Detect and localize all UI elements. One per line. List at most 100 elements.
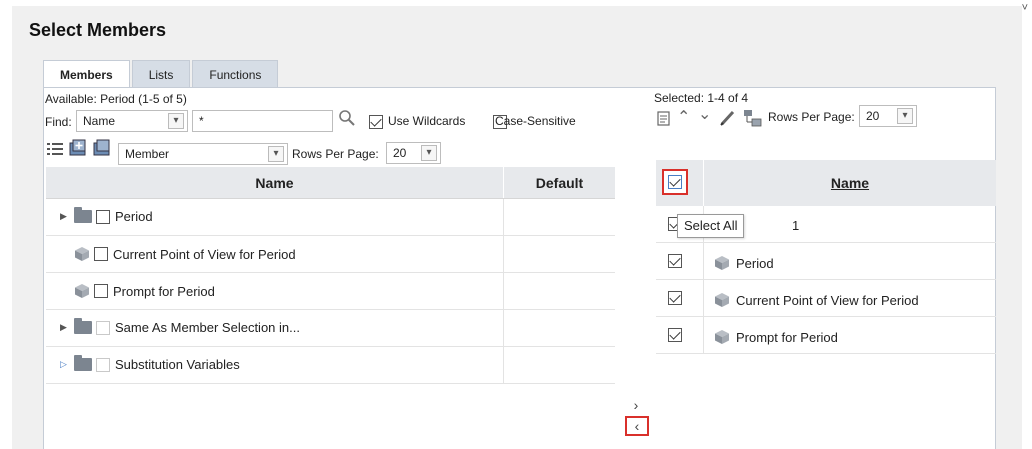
find-field-select[interactable]: Name ▾ <box>76 110 188 132</box>
move-right-button[interactable]: › <box>629 398 643 412</box>
available-row[interactable]: Prompt for Period <box>46 273 615 310</box>
rows-per-page-value: 20 <box>393 146 407 160</box>
case-sensitive-label: Case-Sensitive <box>495 114 576 128</box>
selected-rows-per-page-select[interactable]: 20 ▾ <box>859 105 917 127</box>
available-row-default-cell <box>504 199 615 235</box>
available-row[interactable]: Current Point of View for Period <box>46 236 615 273</box>
chevron-down-icon: ▾ <box>268 146 284 162</box>
selected-rows-per-page-value: 20 <box>866 109 880 123</box>
select-all-highlight <box>662 169 688 195</box>
folder-icon <box>74 355 92 371</box>
corner-mark-icon: ˅ <box>1021 2 1028 14</box>
folder-icon <box>74 318 92 334</box>
available-row[interactable]: ▶ Same As Member Selection in... <box>46 310 615 347</box>
select-all-cell <box>656 160 704 206</box>
dialog-title: Select Members <box>29 20 167 40</box>
view-select-value: Member <box>125 147 170 161</box>
available-row-name-cell: ▶ Same As Member Selection in... <box>46 310 504 346</box>
rows-per-page-select[interactable]: 20 ▾ <box>386 142 441 164</box>
move-down-icon[interactable]: ⌄ <box>698 104 711 124</box>
available-label: Available: Period (1-5 of 5) <box>45 92 187 106</box>
hierarchy-icon[interactable] <box>742 109 764 127</box>
member-cube-icon <box>715 256 729 270</box>
tab-members[interactable]: Members <box>43 60 130 88</box>
expand-icon[interactable]: ▷ <box>60 359 70 370</box>
column-header-name[interactable]: Name <box>46 167 504 198</box>
use-wildcards-checkbox[interactable] <box>369 114 383 129</box>
selected-grid-header: Name <box>656 160 996 206</box>
member-cube-icon <box>75 247 89 261</box>
available-row-content: ▶ Same As Member Selection in... <box>60 318 300 335</box>
selected-row-checkbox[interactable] <box>668 291 682 305</box>
selected-row-label: Period <box>736 255 774 271</box>
selected-row-label: 1 <box>792 218 800 233</box>
tab-lists[interactable]: Lists <box>131 60 191 88</box>
selected-row-checkbox[interactable] <box>668 254 682 268</box>
available-grid-header: Name Default <box>46 167 615 199</box>
view-select[interactable]: Member ▾ <box>118 143 288 165</box>
available-row[interactable]: ▷ Substitution Variables <box>46 347 615 384</box>
available-row-name-cell: Current Point of View for Period <box>46 236 504 272</box>
selected-row-checkbox-cell <box>656 317 704 353</box>
folder-icon <box>74 207 92 223</box>
selected-row-checkbox-cell <box>656 280 704 316</box>
move-left-button[interactable]: ‹ <box>625 416 649 436</box>
expand-icon[interactable]: ▶ <box>60 211 70 222</box>
find-label: Find: <box>45 115 72 129</box>
available-row-default-cell <box>504 273 615 309</box>
selected-row-content: Period <box>714 255 774 271</box>
selected-row[interactable]: Prompt for Period <box>656 317 996 354</box>
selected-row-checkbox-cell <box>656 243 704 279</box>
selected-row-content: Prompt for Period <box>714 329 838 345</box>
selected-row-name-cell: Prompt for Period <box>704 317 996 353</box>
selected-row-label: Prompt for Period <box>736 329 838 345</box>
add-member-icon[interactable] <box>68 139 88 157</box>
available-row-checkbox <box>96 320 110 335</box>
search-icon[interactable] <box>337 108 357 128</box>
selected-row[interactable]: Current Point of View for Period <box>656 280 996 317</box>
available-row-label: Period <box>115 209 153 224</box>
selected-row[interactable]: Period <box>656 243 996 280</box>
chevron-down-icon: ▾ <box>168 113 184 129</box>
selected-rows-per-page-label: Rows Per Page: <box>768 110 855 124</box>
available-row-name-cell: ▶ Period <box>46 199 504 235</box>
selected-grid: Name 1 Period Current Point of View for Pe… <box>656 160 996 354</box>
available-row[interactable]: ▶ Period <box>46 199 615 236</box>
edit-pencil-icon[interactable] <box>718 109 738 127</box>
tab-functions[interactable]: Functions <box>192 60 279 88</box>
available-row-name-cell: Prompt for Period <box>46 273 504 309</box>
available-row-checkbox[interactable] <box>94 247 108 261</box>
select-all-checkbox[interactable] <box>668 175 682 189</box>
member-cube-icon <box>715 330 729 344</box>
available-row-content: ▶ Period <box>60 207 153 224</box>
available-row-default-cell <box>504 236 615 272</box>
selected-row-label: Current Point of View for Period <box>736 292 919 308</box>
available-row-content: Current Point of View for Period <box>74 246 296 262</box>
selected-row-checkbox[interactable] <box>668 328 682 342</box>
available-row-checkbox[interactable] <box>94 284 108 298</box>
add-children-icon[interactable] <box>92 139 112 157</box>
member-cube-icon <box>715 293 729 307</box>
find-input[interactable]: * <box>192 110 333 132</box>
available-row-content: ▷ Substitution Variables <box>60 355 240 372</box>
list-view-icon[interactable] <box>46 141 64 157</box>
select-all-tooltip: Select All <box>677 214 745 238</box>
available-row-checkbox[interactable] <box>96 209 110 224</box>
available-row-label: Prompt for Period <box>113 283 215 299</box>
selected-label: Selected: 1-4 of 4 <box>654 91 749 105</box>
available-row-content: Prompt for Period <box>74 283 215 299</box>
move-up-to-top-icon[interactable] <box>656 109 674 127</box>
available-row-default-cell <box>504 347 615 383</box>
available-row-checkbox <box>96 357 110 372</box>
selected-row-name-cell: Current Point of View for Period <box>704 280 996 316</box>
available-row-label: Current Point of View for Period <box>113 246 296 262</box>
expand-icon[interactable]: ▶ <box>60 322 70 333</box>
move-up-icon[interactable]: ⌃ <box>677 107 690 127</box>
selected-column-header-name[interactable]: Name <box>704 160 996 206</box>
column-header-default[interactable]: Default <box>504 167 615 198</box>
rows-per-page-label: Rows Per Page: <box>292 147 379 161</box>
available-grid: Name Default ▶ Period Current Point of Vie… <box>46 167 615 384</box>
member-cube-icon <box>75 284 89 298</box>
available-row-label: Substitution Variables <box>115 357 240 372</box>
available-row-default-cell <box>504 310 615 346</box>
